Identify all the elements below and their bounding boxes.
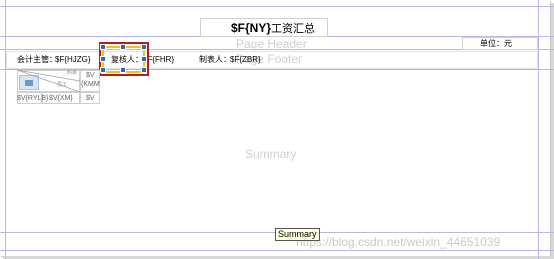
summary-tooltip: Summary [275,228,320,241]
resize-handle-nw[interactable] [100,44,106,50]
resize-handle-sw[interactable] [100,67,106,73]
preparer-label: 制表人： [199,55,231,64]
accountant-label: 会计主管： [17,55,57,64]
title-suffix: 工资汇总 [271,22,316,35]
resize-handle-ne[interactable] [141,44,147,50]
crosstab-header-subject: 科目 [67,70,78,76]
top-margin-guide [0,6,554,7]
bottom-margin-guide [0,250,554,251]
accountant-field[interactable]: $F{HJZG} [55,56,91,64]
preparer-field[interactable]: $F{ZBR} [230,56,261,64]
crosstab-header-v: $V [86,72,95,79]
resize-handle-w[interactable] [100,56,106,62]
crosstab-row-label: 员工 [57,82,68,88]
resize-handle-s[interactable] [120,67,126,73]
report-design-canvas[interactable]: $F{NY}工资汇总 Page Header Page Footer Summa… [0,0,554,259]
unit-label: 单位：元 [480,39,512,48]
report-title: $F{NY}工资汇总 [231,22,315,34]
crosstab-field-rylb: $V{RYLB} [17,95,49,102]
crosstab-field-v: $V [86,95,95,102]
resize-handle-se[interactable] [141,67,147,73]
crosstab-header-kmm: {KMM [81,81,100,88]
crosstab-field-xm: $V{XM} [49,95,73,102]
right-margin-guide [538,0,539,259]
watermark: https://blog.csdn.net/weixin_44651039 [296,235,501,249]
resize-handle-n[interactable] [120,44,126,50]
summary-band-label: Summary [245,147,297,161]
page-header-band-label: Page Header [236,37,307,51]
title-year-field: $F{NY} [231,21,272,35]
left-margin-guide [5,0,6,259]
resize-handle-e[interactable] [141,56,147,62]
